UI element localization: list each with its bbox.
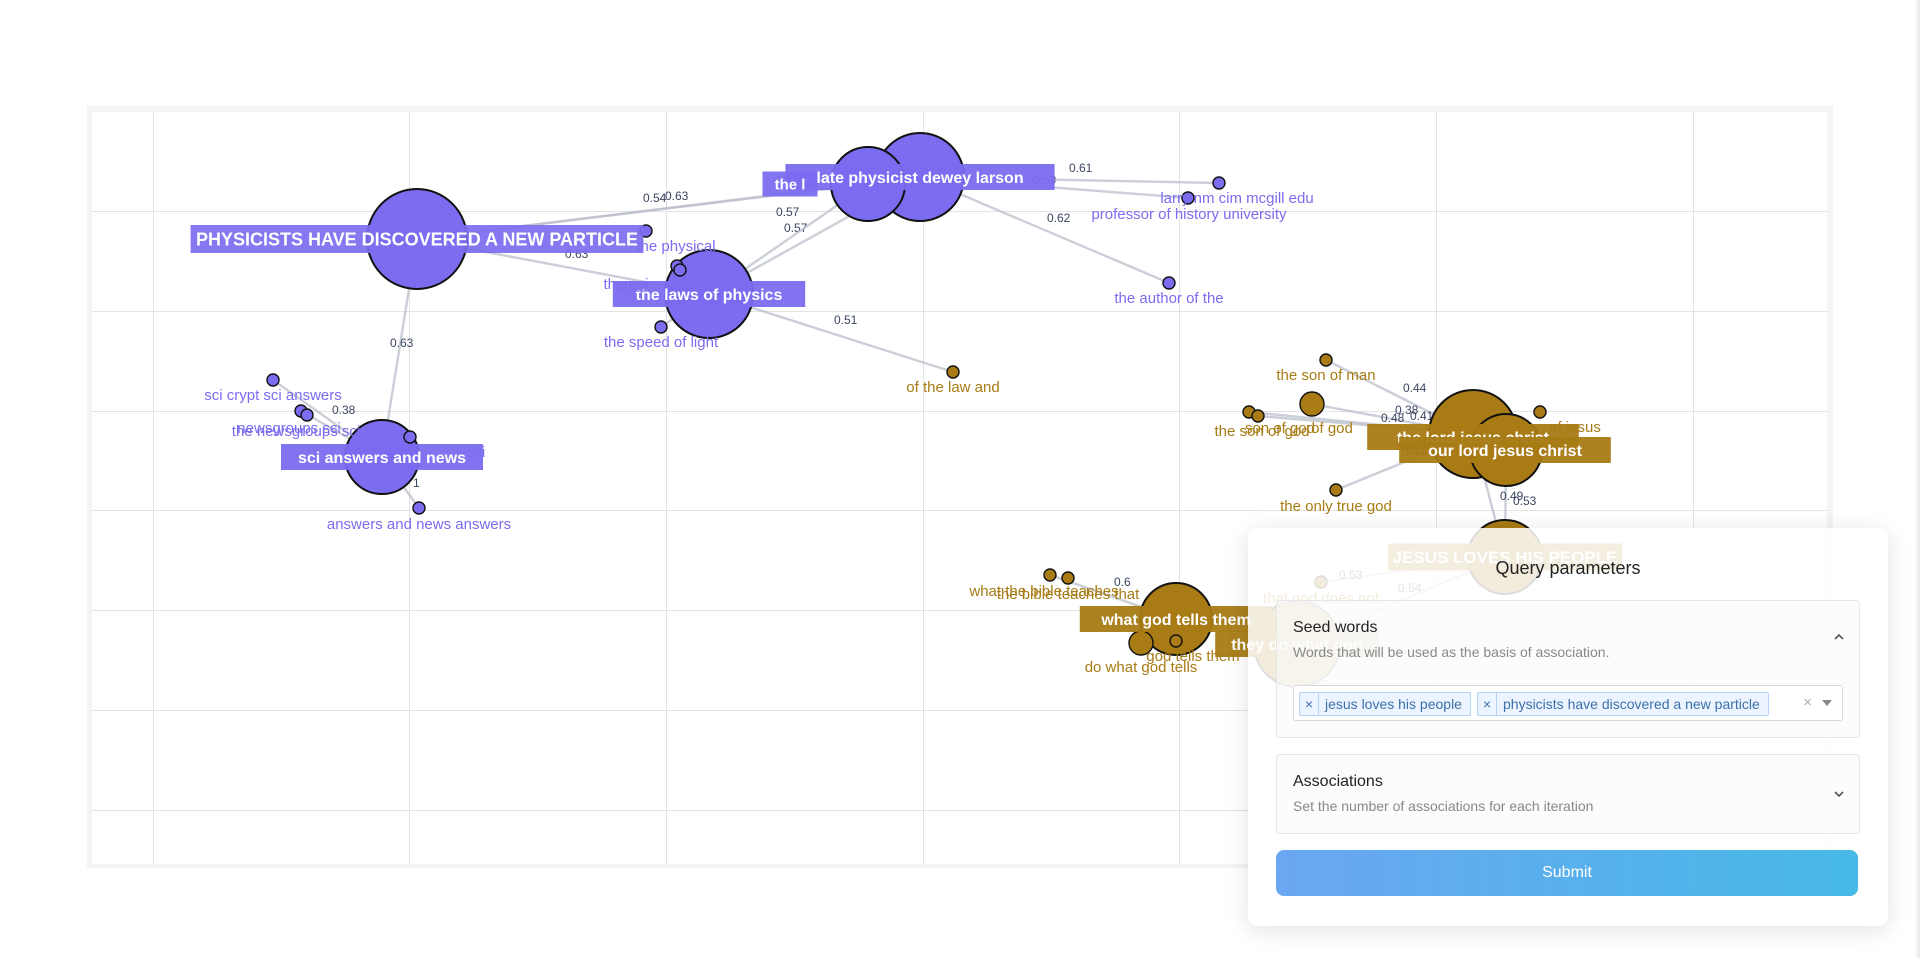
seed-words-subtitle: Words that will be used as the basis of …: [1293, 644, 1610, 660]
node-law_and[interactable]: [946, 365, 960, 379]
seed-tag: × jesus loves his people: [1299, 692, 1471, 716]
node-of_jesus[interactable]: [1533, 405, 1547, 419]
remove-tag-icon[interactable]: ×: [1478, 693, 1497, 715]
app-stage: 0.540.630.630.630.570.570.590.610.620.51…: [0, 0, 1920, 958]
node-label-son_of_man: the son of man: [1276, 367, 1375, 384]
node-label-laws_of_physics: the laws of physics: [636, 287, 783, 304]
edge-weight-label: 0.62: [1047, 211, 1071, 225]
node-label-of_jesus: of jesus: [1549, 419, 1601, 436]
edge-weight-label: 0.63: [390, 336, 414, 350]
seed-words-section[interactable]: Seed words Words that will be used as th…: [1276, 600, 1860, 738]
associations-title[interactable]: Associations: [1293, 773, 1383, 791]
edge-weight-label: 0.38: [332, 403, 356, 417]
node-son_of_man[interactable]: [1319, 353, 1333, 367]
node-label-professor: professor of history university: [1091, 206, 1287, 223]
node-label-answers_news: answers and news answers: [327, 516, 511, 533]
node-what_bible[interactable]: [1043, 568, 1057, 582]
node-author[interactable]: [1162, 276, 1176, 290]
panel-title: Query parameters: [1495, 558, 1641, 578]
node-of_god[interactable]: [1299, 391, 1325, 417]
node-only_true_god[interactable]: [1329, 483, 1343, 497]
scrollbar-edge: [1914, 0, 1920, 958]
node-label-newsgroups2: the newsgroups sci: [232, 423, 360, 440]
node-label-sci_crypt: sci crypt sci answers: [204, 387, 342, 404]
edge-weight-label: 0.53: [1513, 494, 1537, 508]
node-label-sci: sci: [467, 444, 485, 461]
node-label-what_god_tells: what god tells them: [1100, 612, 1250, 629]
node-label-our_lord: our lord jesus christ: [1428, 443, 1582, 460]
node-label-author: the author of the: [1114, 290, 1223, 307]
seed-tag-label: physicists have discovered a new particl…: [1503, 696, 1760, 712]
node-of_th[interactable]: [673, 263, 687, 277]
chevron-up-icon[interactable]: [1833, 631, 1845, 643]
node-label-law_and: of the law and: [906, 379, 999, 396]
node-label-do_what_god: do what god tells: [1085, 659, 1198, 676]
node-god_tells[interactable]: [1169, 634, 1183, 648]
edge-weight-label: 0.48: [1381, 411, 1405, 425]
edge-weight-label: 0.54: [643, 191, 667, 205]
node-label-the_physical: the physical: [636, 238, 715, 255]
node-professor[interactable]: [1212, 176, 1226, 190]
node-label-of_th: of th: [615, 279, 644, 296]
node-label-late_physicist: late physicist dewey larson: [816, 170, 1023, 187]
edge-weight-label: 0.57: [776, 205, 800, 219]
node-label-larry: larry nm cim mcgill edu: [1160, 190, 1313, 207]
node-speed_light[interactable]: [654, 320, 668, 334]
edge-weight-label: 0.51: [834, 313, 858, 327]
node-label-physicists_have: PHYSICISTS HAVE DISCOVERED A NEW PARTICL…: [196, 229, 638, 249]
node-answers_news[interactable]: [412, 501, 426, 515]
remove-tag-icon[interactable]: ×: [1300, 693, 1319, 715]
edge-weight-label: 0.61: [1069, 161, 1093, 175]
node-label-only_true_god: the only true god: [1280, 498, 1392, 515]
associations-section[interactable]: Associations Set the number of associati…: [1276, 754, 1860, 834]
node-label-sci_answers: sci answers and news: [298, 450, 466, 467]
chevron-down-icon[interactable]: [1833, 788, 1845, 800]
query-parameters-panel: Query parameters Seed words Words that w…: [1248, 528, 1888, 926]
node-sci_crypt[interactable]: [266, 373, 280, 387]
seed-tag: × physicists have discovered a new partic…: [1477, 692, 1769, 716]
seed-words-input[interactable]: × jesus loves his people × physicists have…: [1293, 685, 1843, 721]
submit-button[interactable]: Submit: [1276, 850, 1858, 896]
dropdown-caret-icon[interactable]: [1822, 700, 1832, 706]
node-label-of_god: of god: [1311, 420, 1353, 437]
node-label-bible_teaches: the bible teaches that: [997, 586, 1140, 603]
associations-subtitle: Set the number of associations for each …: [1293, 798, 1594, 814]
node-label-speed_light: the speed of light: [604, 334, 719, 351]
seed-tag-label: jesus loves his people: [1325, 696, 1462, 712]
edge-weight-label: 0.44: [1403, 381, 1427, 395]
clear-all-icon[interactable]: ×: [1803, 694, 1812, 711]
edge-weight-label: 1: [413, 476, 420, 490]
seed-words-title[interactable]: Seed words: [1293, 619, 1378, 637]
node-label-the_son_of_god: the son of god: [1214, 423, 1309, 440]
edge-weight-label: 0.63: [665, 189, 689, 203]
node-label-the_l_physics: the l: [775, 176, 806, 193]
node-sci[interactable]: [403, 430, 417, 444]
